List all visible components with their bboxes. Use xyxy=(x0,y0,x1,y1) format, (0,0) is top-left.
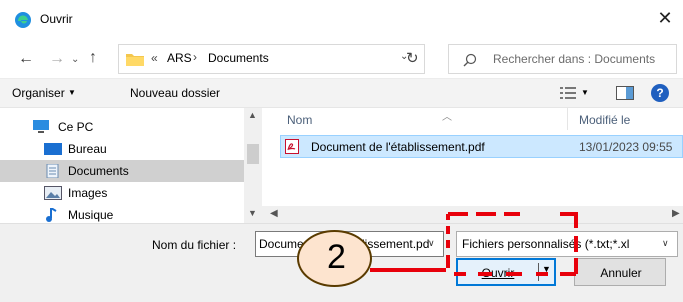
sidebar-item-label: Images xyxy=(68,186,108,200)
open-dropdown-icon[interactable]: ▼ xyxy=(542,264,551,274)
sidebar-item-label: Ce PC xyxy=(58,120,94,134)
filename-label: Nom du fichier : xyxy=(152,238,237,252)
organize-button[interactable]: Organiser xyxy=(12,86,65,100)
new-folder-button[interactable]: Nouveau dossier xyxy=(130,86,220,100)
cancel-button-label: Annuler xyxy=(600,266,642,280)
command-bar: Organiser ▼ Nouveau dossier ▼ ? xyxy=(0,78,683,108)
view-options-icon[interactable] xyxy=(560,86,576,100)
sidebar-item-ce-pc[interactable]: Ce PC xyxy=(0,116,244,138)
search-placeholder: Rechercher dans : Documents xyxy=(493,52,656,66)
up-folder-button[interactable]: ↑ xyxy=(89,49,97,67)
file-modified-date: 13/01/2023 09:55 xyxy=(579,140,673,154)
preview-pane-icon[interactable] xyxy=(616,86,634,100)
file-type-value: Fichiers personnalisés (*.txt;*.xl xyxy=(462,237,630,251)
table-row[interactable]: Document de l'établissement.pdf 13/01/20… xyxy=(280,135,683,158)
sidebar-item-images[interactable]: Images xyxy=(0,182,244,204)
recent-locations-button[interactable]: ⌄ xyxy=(71,54,79,65)
folder-icon xyxy=(126,52,144,66)
chevron-down-icon[interactable]: ∨ xyxy=(662,238,669,249)
window-title: Ouvrir xyxy=(40,12,73,26)
sort-ascending-icon: ︿ xyxy=(442,112,452,123)
desktop-icon xyxy=(44,142,62,156)
documents-icon xyxy=(44,164,62,178)
scroll-down-icon[interactable]: ▼ xyxy=(248,208,257,218)
close-button[interactable]: ✕ xyxy=(654,8,676,30)
file-list: Nom ︿ Modifié le Document de l'établisse… xyxy=(262,108,683,223)
step-number: 2 xyxy=(327,238,346,276)
column-header-modified[interactable]: Modifié le xyxy=(579,113,630,127)
breadcrumb-overflow[interactable]: « xyxy=(151,51,158,65)
step-callout: 2 xyxy=(297,230,372,287)
sidebar-item-label: Bureau xyxy=(68,142,107,156)
title-bar: Ouvrir ✕ xyxy=(0,0,683,38)
view-caret-icon[interactable]: ▼ xyxy=(581,88,589,97)
forward-button[interactable]: → xyxy=(49,50,65,68)
split-divider xyxy=(538,263,539,281)
file-name: Document de l'établissement.pdf xyxy=(311,140,485,154)
back-button[interactable]: ← xyxy=(18,50,34,68)
search-input[interactable]: Rechercher dans : Documents xyxy=(448,44,677,74)
scroll-left-icon[interactable]: ◀ xyxy=(270,208,278,219)
cancel-button[interactable]: Annuler xyxy=(574,258,666,286)
computer-icon xyxy=(32,120,50,134)
column-divider[interactable] xyxy=(567,108,568,130)
scroll-right-icon[interactable]: ▶ xyxy=(672,208,680,219)
file-type-select[interactable]: Fichiers personnalisés (*.txt;*.xl ∨ xyxy=(456,231,678,257)
address-bar[interactable]: « ARS › Documents ⌄ xyxy=(118,44,425,74)
pdf-icon xyxy=(285,139,299,154)
scroll-up-icon[interactable]: ▲ xyxy=(248,110,257,120)
refresh-button[interactable]: ↻ xyxy=(406,49,419,67)
search-icon xyxy=(463,53,477,67)
open-button-label[interactable]: Ouvrir xyxy=(458,266,538,280)
chevron-down-icon[interactable]: ∨ xyxy=(428,238,435,249)
navigation-pane: Ce PC Bureau Documents Images Musique ▲ … xyxy=(0,108,262,223)
sidebar-item-bureau[interactable]: Bureau xyxy=(0,138,244,160)
sidebar-item-label: Musique xyxy=(68,208,114,222)
breadcrumb-chevron-icon[interactable]: › xyxy=(193,50,197,64)
column-header-name[interactable]: Nom xyxy=(287,113,312,127)
sidebar-item-label: Documents xyxy=(68,164,129,178)
sidebar-scrollbar[interactable]: ▲ ▼ xyxy=(244,108,262,223)
sidebar-item-documents[interactable]: Documents xyxy=(0,160,244,182)
horizontal-scrollbar[interactable]: ◀ ▶ xyxy=(262,206,683,223)
help-button[interactable]: ? xyxy=(651,84,669,102)
edge-app-icon xyxy=(14,11,32,29)
music-icon xyxy=(44,208,62,222)
open-button[interactable]: Ouvrir ▼ xyxy=(456,258,556,286)
breadcrumb-ars[interactable]: ARS xyxy=(167,51,192,65)
breadcrumb-documents[interactable]: Documents xyxy=(208,51,269,65)
scroll-thumb[interactable] xyxy=(247,144,259,164)
caret-down-icon[interactable]: ▼ xyxy=(68,88,76,97)
images-icon xyxy=(44,186,62,200)
